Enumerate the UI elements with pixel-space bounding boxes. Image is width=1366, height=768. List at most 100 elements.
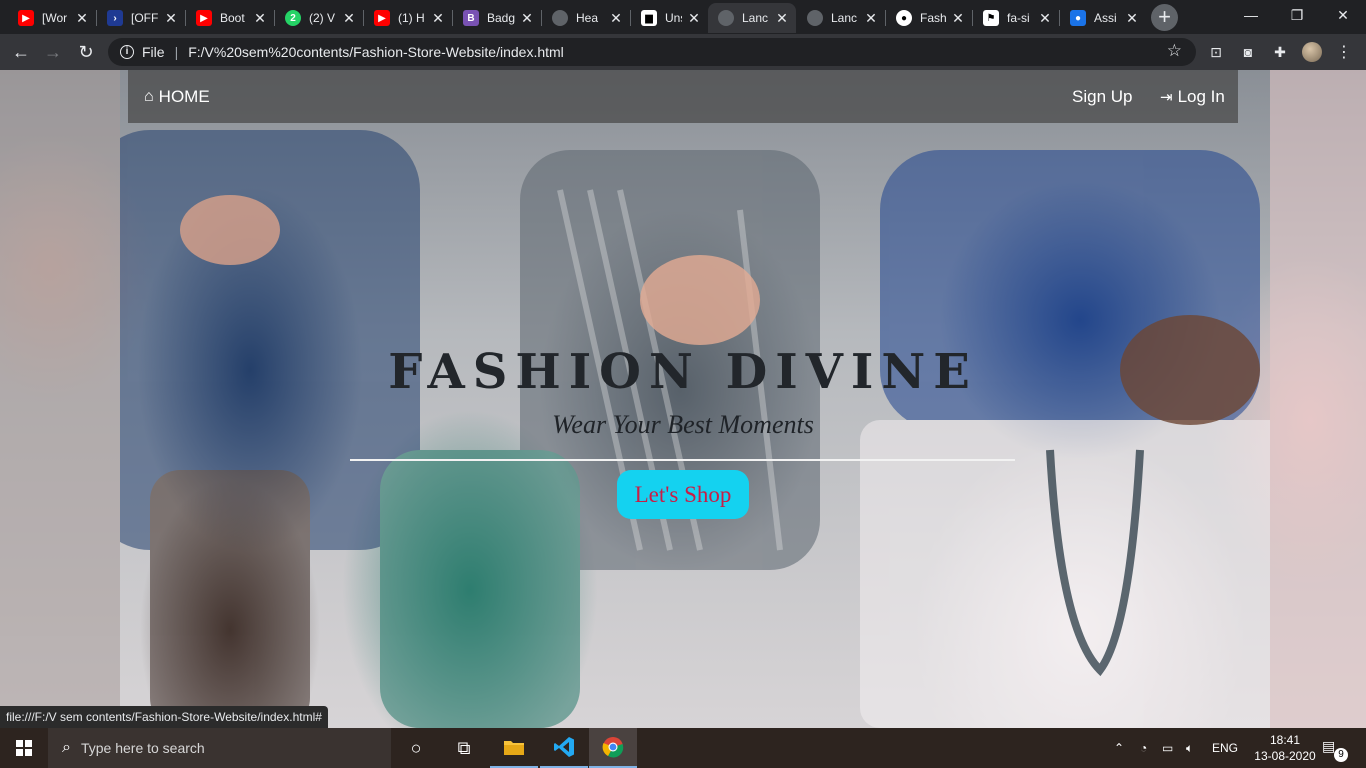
browser-tab[interactable]: ▶ (1) H ✕ (364, 3, 452, 33)
close-icon[interactable]: ✕ (163, 10, 179, 27)
site-navbar: ⌂ HOME Sign Up ⇥ Log In (128, 70, 1238, 123)
cortana-icon[interactable]: ○ (392, 728, 440, 768)
url-text: F:/V%20sem%20contents/Fashion-Store-Webs… (188, 44, 564, 60)
wifi-icon[interactable]: ◔ (1140, 728, 1158, 768)
close-icon[interactable]: ✕ (863, 10, 879, 27)
search-icon: ⌕ (62, 739, 71, 756)
home-icon: ⌂ (144, 88, 154, 105)
battery-icon[interactable]: ▭ (1162, 728, 1182, 768)
browser-tab[interactable]: ▆ Uns ✕ (631, 3, 708, 33)
puzzle-extensions-icon[interactable]: ✚ (1270, 42, 1290, 62)
file-explorer-icon[interactable] (490, 728, 538, 768)
globe-icon (552, 10, 568, 26)
browser-tab[interactable]: ▶ [Wor ✕ (8, 3, 96, 33)
close-icon[interactable]: ✕ (1124, 10, 1140, 27)
extension-icon[interactable]: ⊡ (1206, 42, 1226, 62)
brown-bag (150, 470, 310, 728)
github-icon: ● (896, 10, 912, 26)
sign-in-icon: ⇥ (1160, 89, 1173, 106)
close-icon[interactable]: ✕ (1037, 10, 1053, 27)
profile-avatar[interactable] (1302, 42, 1322, 62)
scheme-label: File (142, 44, 165, 60)
tab-title: [Wor (42, 11, 68, 25)
start-button[interactable] (0, 728, 48, 768)
address-divider: | (174, 44, 179, 60)
nav-signup-link[interactable]: Sign Up (1072, 87, 1132, 107)
tab-title: Boot (220, 11, 245, 25)
reload-icon[interactable]: ↻ (73, 39, 99, 65)
browser-tab[interactable]: › [OFF ✕ (97, 3, 185, 33)
system-clock[interactable]: 18:41 13-08-2020 (1254, 732, 1316, 764)
vscode-logo-icon (554, 737, 574, 757)
browser-tab-active[interactable]: Lanc ✕ (708, 3, 796, 33)
close-icon[interactable]: ✕ (950, 10, 966, 27)
menu-kebab-icon[interactable]: ⋮ (1334, 42, 1354, 62)
minimize-icon[interactable]: — (1228, 0, 1274, 30)
browser-tab[interactable]: Hea ✕ (542, 3, 630, 33)
tab-title: [OFF (131, 11, 159, 25)
tab-title: (1) H (398, 11, 425, 25)
close-icon[interactable]: ✕ (519, 10, 535, 27)
tab-title: Assi (1094, 11, 1117, 25)
close-icon[interactable]: ✕ (774, 10, 790, 27)
globe-icon (718, 10, 734, 26)
browser-tab[interactable]: 2 (2) V ✕ (275, 3, 363, 33)
tab-title: Badg (487, 11, 515, 25)
hero-title: FASHION DIVINE (388, 344, 978, 400)
show-hidden-icons-chevron-icon[interactable]: ⌃ (1114, 728, 1132, 768)
tab-title: Lanc (831, 11, 858, 25)
tab-title: Fash (920, 11, 946, 25)
contacts-icon: ● (1070, 10, 1086, 26)
bootstrap-icon: B (463, 10, 479, 26)
hero-subtitle: Wear Your Best Moments (552, 410, 814, 439)
browser-tab-strip: ▶ [Wor ✕ › [OFF ✕ ▶ Boot ✕ 2 (2) V ✕ ▶ (… (0, 0, 1366, 34)
close-icon[interactable]: ✕ (341, 10, 357, 27)
nav-home-link[interactable]: ⌂ HOME (144, 87, 210, 107)
browser-tab[interactable]: ▶ Boot ✕ (186, 3, 274, 33)
shopping-bag (860, 420, 1300, 728)
chevron-logo-icon: › (107, 10, 123, 26)
folder-icon (504, 741, 524, 755)
taskbar-search-box[interactable]: ⌕ Type here to search (48, 728, 391, 768)
vscode-icon[interactable] (540, 728, 588, 768)
browser-tab[interactable]: ⚑ fa-si ✕ (973, 3, 1059, 33)
browser-tab[interactable]: Lanc ✕ (797, 3, 885, 33)
restore-icon[interactable]: ❐ (1274, 0, 1320, 30)
browser-toolbar: ← → ↻ i File | F:/V%20sem%20contents/Fas… (0, 34, 1366, 70)
tab-title: Lanc (742, 11, 769, 25)
unsplash-icon: ▆ (641, 10, 657, 26)
language-indicator[interactable]: ENG (1212, 728, 1240, 768)
close-icon[interactable]: ✕ (252, 10, 268, 27)
close-icon[interactable]: ✕ (686, 10, 702, 27)
nav-login-link[interactable]: ⇥ Log In (1160, 87, 1225, 107)
browser-tab[interactable]: ● Assi ✕ (1060, 3, 1146, 33)
camera-extension-icon[interactable]: ◙ (1238, 42, 1258, 62)
close-window-icon[interactable]: ✕ (1320, 0, 1366, 30)
new-tab-button[interactable]: + (1151, 4, 1178, 31)
address-bar[interactable]: i File | F:/V%20sem%20contents/Fashion-S… (108, 38, 1196, 66)
bookmark-star-icon[interactable]: ☆ (1167, 41, 1182, 61)
whatsapp-icon: 2 (285, 10, 301, 26)
tab-title: Uns (665, 11, 682, 25)
volume-icon[interactable]: 🔈︎ (1186, 728, 1206, 768)
chrome-icon[interactable] (589, 728, 637, 768)
tab-title: fa-si (1007, 11, 1030, 25)
tab-title: Hea (576, 11, 599, 25)
browser-tab[interactable]: ● Fash ✕ (886, 3, 972, 33)
lets-shop-button[interactable]: Let's Shop (617, 470, 749, 519)
task-view-icon[interactable]: ⧉ (440, 728, 488, 768)
close-icon[interactable]: ✕ (74, 10, 90, 27)
info-icon[interactable]: i (120, 45, 134, 59)
close-icon[interactable]: ✕ (430, 10, 446, 27)
clock-time: 18:41 (1269, 733, 1301, 747)
close-icon[interactable]: ✕ (608, 10, 624, 27)
forward-arrow-icon[interactable]: → (40, 39, 66, 65)
windows-taskbar: ⌕ Type here to search ○ ⧉ ⌃ ◔ ▭ 🔈︎ ENG 1… (0, 728, 1366, 768)
action-center-icon[interactable]: ▤ 9 (1322, 738, 1348, 762)
back-arrow-icon[interactable]: ← (8, 39, 34, 65)
hands-left (180, 195, 280, 265)
windows-logo-icon (16, 740, 32, 756)
nav-signup-label: Sign Up (1072, 87, 1133, 106)
browser-tab[interactable]: B Badg ✕ (453, 3, 541, 33)
clock-date: 13-08-2020 (1254, 749, 1316, 763)
